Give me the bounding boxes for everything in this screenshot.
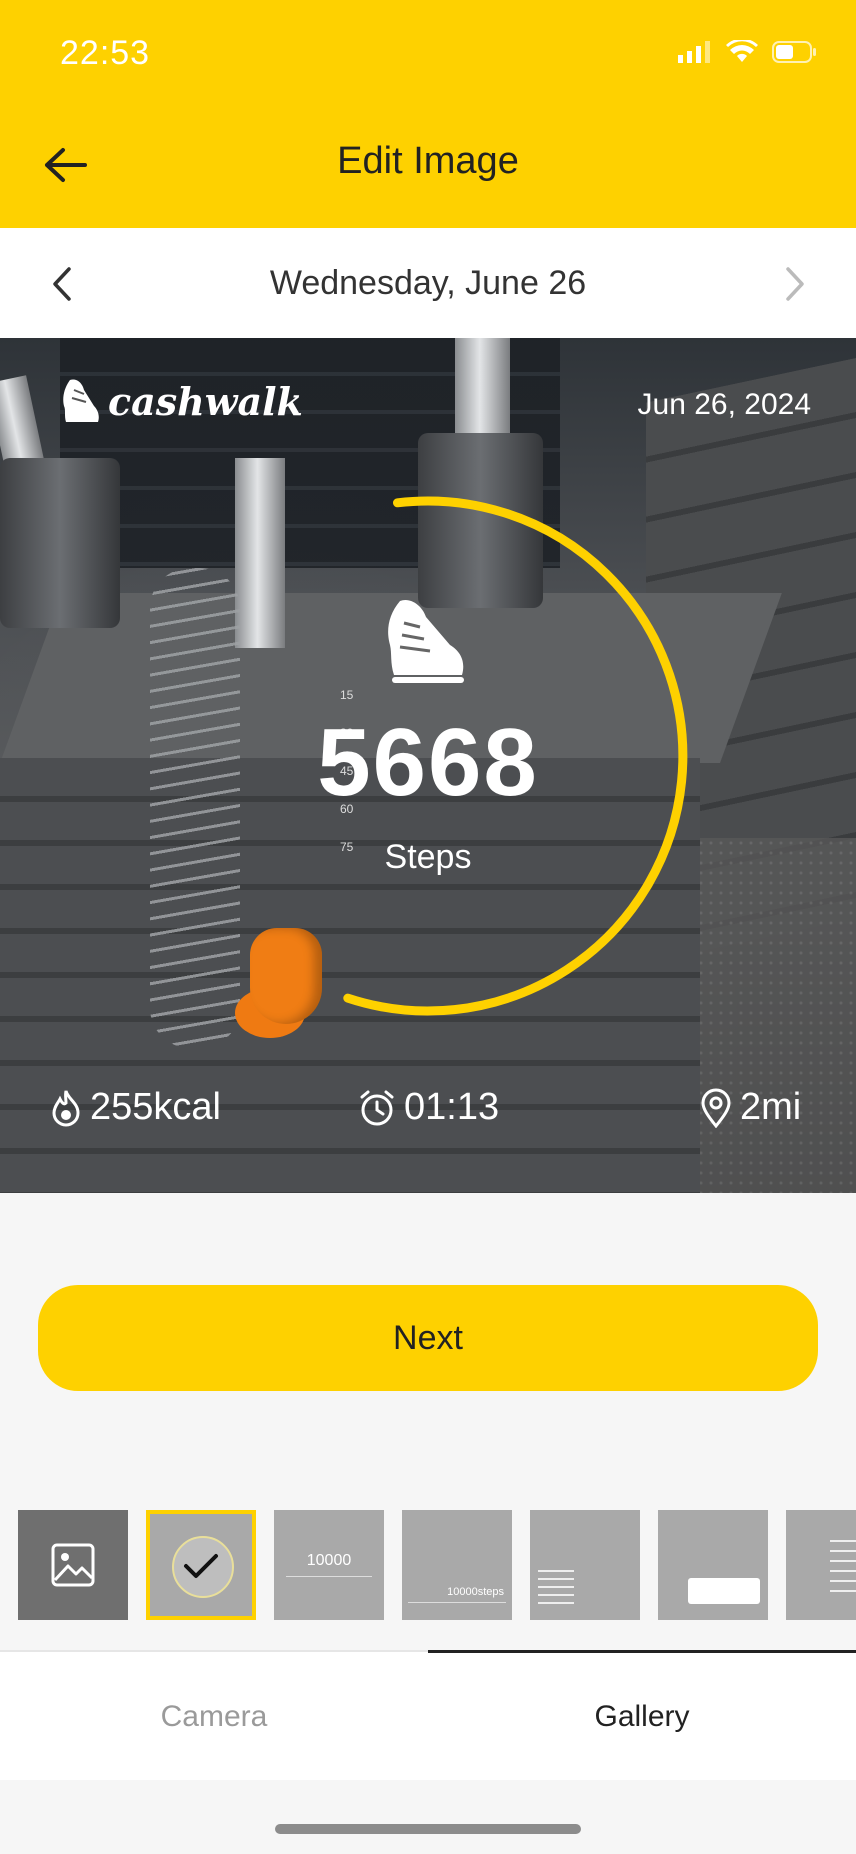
- tab-divider: [0, 1650, 428, 1652]
- thumb-text: 10000steps: [447, 1586, 504, 1598]
- tab-camera[interactable]: Camera: [0, 1700, 428, 1734]
- open-gallery-button[interactable]: [18, 1510, 128, 1620]
- template-thumbnail[interactable]: [658, 1510, 768, 1620]
- alarm-clock-icon: [360, 1090, 394, 1125]
- tab-gallery[interactable]: Gallery: [428, 1700, 856, 1734]
- template-thumbnail[interactable]: [530, 1510, 640, 1620]
- next-date-button[interactable]: [775, 264, 815, 304]
- steps-label: Steps: [384, 838, 472, 876]
- signal-icon: [678, 41, 710, 63]
- thumb-card: [688, 1578, 760, 1604]
- page-title: Edit Image: [337, 140, 519, 182]
- date-navigation: Wednesday, June 26: [0, 228, 856, 338]
- calories-value: 255kcal: [90, 1086, 221, 1128]
- template-thumbnails: 10000 10000steps: [0, 1510, 856, 1624]
- checkmark-icon: [184, 1554, 218, 1578]
- template-thumbnail-selected[interactable]: [146, 1510, 256, 1620]
- photo-preview: 15 30 45 60 75 cashwalk Jun 26, 2024 566…: [0, 338, 856, 1193]
- steps-count: 5668: [317, 709, 539, 816]
- template-thumbnail[interactable]: [786, 1510, 856, 1620]
- app-header: 22:53 Edit Image: [0, 0, 856, 228]
- thumb-divider: [408, 1602, 506, 1603]
- thumb-list: [538, 1570, 574, 1604]
- calories-stat: 255kcal: [50, 1086, 221, 1129]
- distance-value: 2mi: [740, 1086, 802, 1128]
- duration-stat: 01:13: [358, 1086, 499, 1129]
- next-button[interactable]: Next: [38, 1285, 818, 1391]
- stats-overlay: cashwalk Jun 26, 2024 5668 Steps 255kcal: [0, 338, 856, 1193]
- shoe-icon: [388, 599, 464, 683]
- battery-icon: [772, 41, 816, 63]
- status-time: 22:53: [60, 34, 151, 72]
- image-icon: [51, 1543, 95, 1587]
- template-thumbnail[interactable]: 10000: [274, 1510, 384, 1620]
- thumb-list: [830, 1540, 856, 1596]
- active-tab-indicator: [428, 1650, 856, 1653]
- duration-value: 01:13: [404, 1086, 500, 1128]
- thumb-divider: [286, 1576, 372, 1577]
- current-date: Wednesday, June 26: [269, 264, 587, 302]
- flame-icon: [52, 1089, 80, 1126]
- wifi-icon: [726, 40, 758, 62]
- status-icons: [678, 40, 818, 64]
- thumb-text: 10000: [306, 1552, 352, 1569]
- distance-stat: 2mi: [700, 1086, 801, 1129]
- chevron-right-icon: [786, 267, 804, 301]
- home-indicator: [275, 1824, 581, 1834]
- template-thumbnail[interactable]: 10000steps: [402, 1510, 512, 1620]
- location-pin-icon: [701, 1088, 731, 1128]
- status-bar: 22:53: [0, 30, 856, 80]
- bottom-tabs: Camera Gallery: [0, 1650, 856, 1780]
